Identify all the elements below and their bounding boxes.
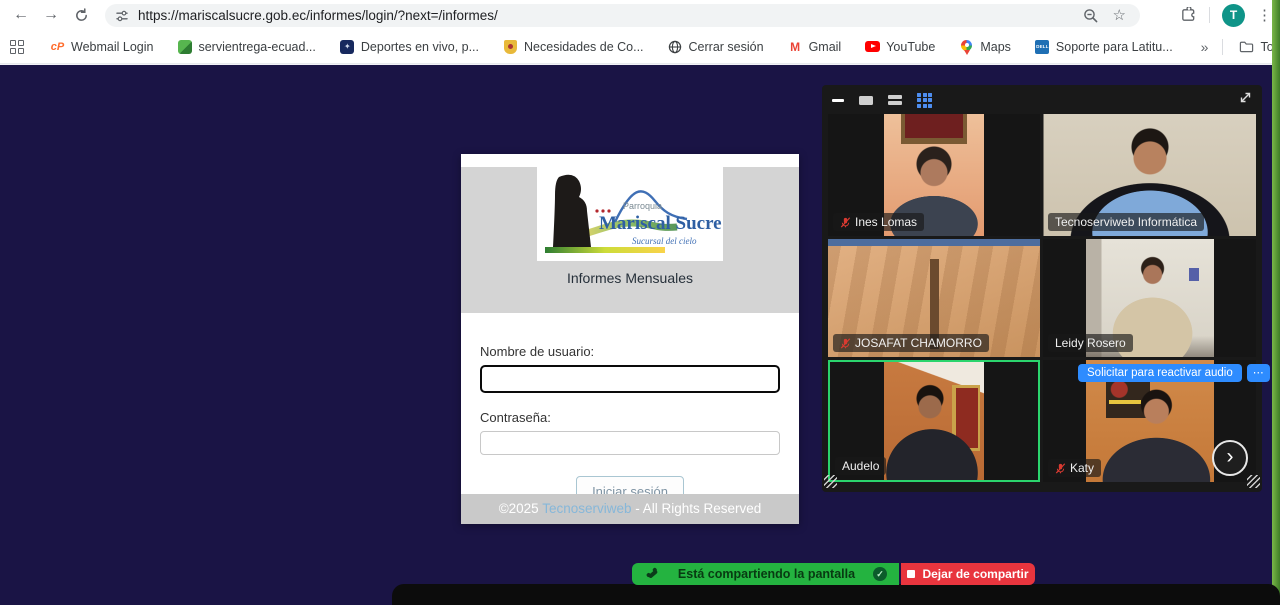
participant-name: JOSAFAT CHAMORRO (855, 336, 982, 350)
svg-text:Parroquia: Parroquia (623, 201, 662, 211)
video-tile[interactable]: Tecnoserviweb Informática (1043, 114, 1256, 236)
muted-mic-icon (840, 338, 851, 349)
participant-name: Katy (1070, 461, 1094, 475)
sharing-status-text: Está compartiendo la pantalla (660, 567, 873, 581)
bookmark-necesidades[interactable]: Necesidades de Co... (503, 39, 644, 54)
bookmark-star-icon[interactable]: ☆ (1113, 8, 1126, 23)
minimize-icon[interactable] (832, 99, 844, 102)
browser-toolbar: ← → https://mariscalsucre.gob.ec/informe… (0, 0, 1280, 30)
resize-handle-bottom-left[interactable] (824, 475, 837, 488)
bookmark-youtube[interactable]: YouTube (865, 39, 935, 54)
video-tile[interactable]: JOSAFAT CHAMORRO (828, 239, 1040, 357)
gmail-icon: M (788, 39, 803, 54)
apps-grid-icon[interactable] (10, 40, 24, 54)
parish-logo: Parroquia Mariscal Sucre Sucursal del ci… (537, 167, 723, 261)
bookmarks-bar: cP Webmail Login servientrega-ecuad... ✦… (0, 30, 1280, 64)
meeting-video-panel[interactable]: Ines Lomas Tecnoserviweb Informática JOS… (822, 85, 1262, 492)
gallery-view-icon[interactable] (917, 93, 932, 108)
expand-icon[interactable] (1238, 90, 1253, 105)
password-input[interactable] (480, 431, 780, 455)
bookmarks-overflow-chevron[interactable]: » (1201, 39, 1209, 55)
muted-mic-icon (1055, 463, 1066, 474)
resize-handle-bottom-right[interactable] (1247, 475, 1260, 488)
cpanel-icon: cP (50, 39, 65, 54)
crest-icon (504, 40, 517, 54)
username-input[interactable] (480, 365, 780, 393)
meeting-toolbar-edge (392, 584, 1280, 605)
svg-text:Mariscal Sucre: Mariscal Sucre (599, 213, 722, 234)
bookmark-soporte-dell[interactable]: DELL Soporte para Latitu... (1035, 39, 1173, 54)
bookmark-servientrega[interactable]: servientrega-ecuad... (177, 39, 315, 54)
maps-pin-icon (961, 40, 972, 51)
browser-menu-icon[interactable]: ⋮ (1257, 6, 1272, 24)
bookmarks-right-divider (1222, 39, 1223, 55)
profile-avatar[interactable]: T (1222, 4, 1245, 27)
back-icon[interactable]: ← (6, 3, 36, 27)
stop-sharing-button[interactable]: Dejar de compartir (901, 563, 1035, 585)
participant-name: Audelo (842, 459, 879, 473)
login-card-header: Parroquia Mariscal Sucre Sucursal del ci… (461, 167, 799, 313)
speaker-view-icon[interactable] (859, 96, 873, 105)
participant-grid: Ines Lomas Tecnoserviweb Informática JOS… (828, 114, 1256, 482)
stop-square-icon (907, 570, 915, 578)
youtube-icon (865, 41, 880, 52)
zoom-out-icon[interactable] (1083, 8, 1099, 24)
deportes-icon: ✦ (340, 40, 354, 54)
reload-icon[interactable] (66, 3, 96, 27)
globe-icon (668, 39, 683, 54)
folder-icon (1239, 39, 1254, 54)
video-tile[interactable]: Leidy Rosero (1043, 239, 1256, 357)
servientrega-icon (178, 40, 192, 54)
bookmark-deportes[interactable]: ✦ Deportes en vivo, p... (340, 39, 479, 54)
participant-name: Leidy Rosero (1055, 336, 1126, 350)
site-info-icon[interactable] (115, 9, 129, 23)
tecnoserviweb-link[interactable]: Tecnoserviweb (542, 501, 631, 516)
username-label: Nombre de usuario: (480, 344, 780, 359)
forward-icon[interactable]: → (36, 3, 66, 27)
participant-name: Tecnoserviweb Informática (1055, 215, 1197, 229)
unmute-request-button[interactable]: Solicitar para reactivar audio (1078, 364, 1242, 382)
screen: ← → https://mariscalsucre.gob.ec/informe… (0, 0, 1280, 605)
bookmark-maps[interactable]: Maps (959, 39, 1011, 54)
login-card: Parroquia Mariscal Sucre Sucursal del ci… (461, 154, 799, 524)
muted-mic-icon (840, 217, 851, 228)
password-label: Contraseña: (480, 410, 780, 425)
video-tile[interactable]: Ines Lomas (828, 114, 1040, 236)
strip-view-icon[interactable] (888, 95, 902, 105)
dell-icon: DELL (1035, 40, 1049, 54)
url-bar[interactable]: https://mariscalsucre.gob.ec/informes/lo… (105, 4, 1140, 27)
screen-share-border (1272, 0, 1280, 605)
bookmark-gmail[interactable]: M Gmail (788, 39, 842, 54)
card-footer: ©2025 Tecnoserviweb - All Rights Reserve… (461, 494, 799, 524)
more-options-button[interactable]: ⋯ (1247, 364, 1270, 382)
participant-name: Ines Lomas (855, 215, 917, 229)
toolbar-divider (1209, 7, 1210, 23)
bookmark-cerrar-sesion[interactable]: Cerrar sesión (668, 39, 764, 54)
svg-text:Sucursal del cielo: Sucursal del cielo (632, 236, 697, 246)
next-participants-button[interactable]: › (1212, 440, 1248, 476)
meeting-view-controls (832, 92, 932, 108)
sharing-status-pill: Está compartiendo la pantalla ✓ (632, 563, 899, 585)
participant-video (884, 362, 984, 480)
video-tile-active-speaker[interactable]: Audelo (828, 360, 1040, 482)
url-text[interactable]: https://mariscalsucre.gob.ec/informes/lo… (138, 8, 1083, 23)
shield-check-icon: ✓ (873, 567, 887, 581)
bookmark-webmail-login[interactable]: cP Webmail Login (50, 39, 153, 54)
extensions-icon[interactable] (1180, 7, 1197, 24)
app-subtitle: Informes Mensuales (461, 270, 799, 286)
